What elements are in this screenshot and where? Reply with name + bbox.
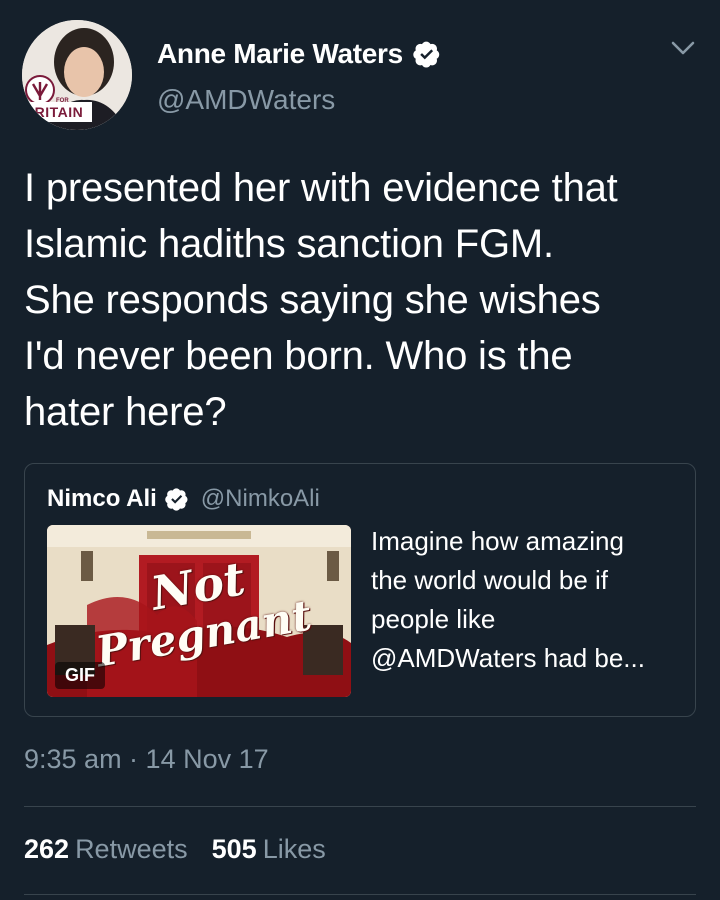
- avatar-badge-text: BRITAIN: [24, 104, 84, 120]
- quoted-tweet-header: Nimco Ali @NimkoAli: [47, 484, 320, 514]
- quoted-tweet-text: Imagine how amazing the world would be i…: [371, 526, 645, 673]
- quoted-author-name: Nimco Ali: [47, 485, 157, 512]
- likes-label: Likes: [262, 834, 326, 864]
- gif-badge: GIF: [55, 662, 105, 689]
- quoted-verified-badge-icon: [165, 488, 188, 511]
- engagement-stats: 262 Retweets 505 Likes: [24, 834, 326, 865]
- divider-top: [24, 806, 696, 807]
- quoted-gif-thumbnail[interactable]: Not Pregnant GIF: [47, 525, 351, 697]
- author-avatar[interactable]: FOR BRITAIN: [22, 20, 132, 130]
- tweet-timestamp[interactable]: 9:35 am · 14 Nov 17: [24, 744, 269, 775]
- tweet-detail: FOR BRITAIN Anne Marie Waters @AMDWaters…: [0, 0, 720, 900]
- tweet-text: I presented her with evidence that Islam…: [24, 166, 618, 434]
- likes-count: 505: [211, 834, 257, 864]
- author-name-row: Anne Marie Waters: [157, 36, 441, 72]
- likes-stat[interactable]: 505 Likes: [212, 834, 326, 865]
- quoted-tweet[interactable]: Nimco Ali @NimkoAli Not Pregnant GIF Ima…: [24, 463, 696, 717]
- author-handle[interactable]: @AMDWaters: [157, 84, 441, 116]
- author-info[interactable]: Anne Marie Waters @AMDWaters: [157, 36, 441, 116]
- quoted-author-handle: @NimkoAli: [200, 485, 320, 512]
- retweets-count: 262: [24, 834, 70, 864]
- divider-bottom: [24, 894, 696, 895]
- verified-badge-icon: [413, 41, 440, 68]
- author-name[interactable]: Anne Marie Waters: [157, 38, 403, 70]
- retweets-stat[interactable]: 262 Retweets: [24, 834, 188, 865]
- retweets-label: Retweets: [75, 834, 188, 864]
- chevron-down-icon[interactable]: [668, 36, 698, 60]
